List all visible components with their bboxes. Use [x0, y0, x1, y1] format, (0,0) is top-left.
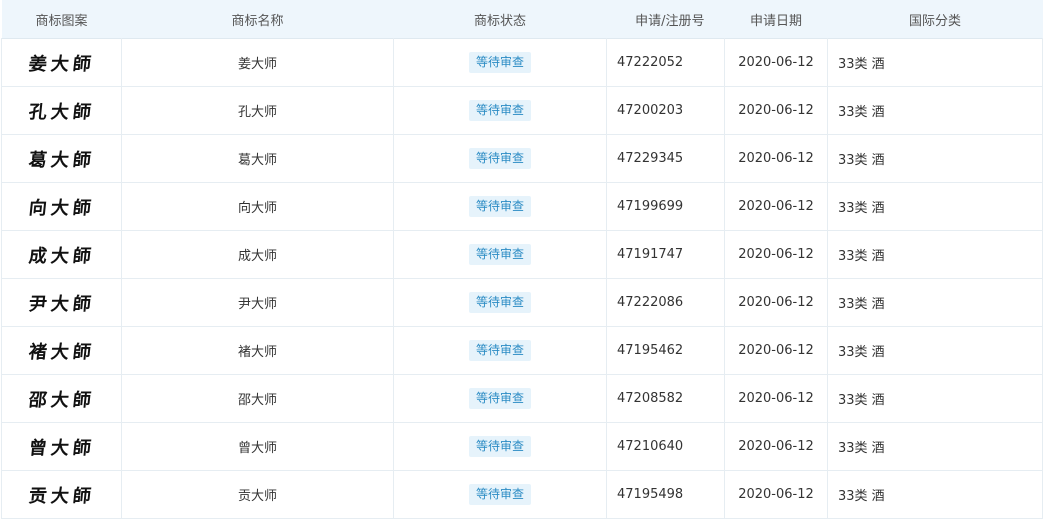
trademark-status-cell: 等待审查: [393, 278, 607, 327]
international-class: 33类 酒: [827, 470, 1043, 519]
application-date: 2020-06-12: [724, 278, 828, 327]
trademark-status-cell: 等待审查: [393, 86, 607, 135]
application-date: 2020-06-12: [724, 134, 828, 183]
trademark-name[interactable]: 褚大师: [121, 326, 394, 375]
international-class: 33类 酒: [827, 182, 1043, 231]
registration-number[interactable]: 47200203: [606, 86, 725, 135]
registration-number[interactable]: 47191747: [606, 230, 725, 279]
trademark-status-cell: 等待审查: [393, 470, 607, 519]
trademark-mark-text: 成大師: [27, 245, 96, 267]
trademark-name[interactable]: 成大师: [121, 230, 394, 279]
table-row[interactable]: 姜大師 姜大师 等待审查 47222052 2020-06-12 33类 酒: [1, 38, 1043, 87]
table-row[interactable]: 向大師 向大师 等待审查 47199699 2020-06-12 33类 酒: [1, 182, 1043, 231]
status-badge: 等待审查: [468, 436, 531, 457]
trademark-status-cell: 等待审查: [393, 38, 607, 87]
application-date: 2020-06-12: [724, 470, 828, 519]
application-date: 2020-06-12: [724, 326, 828, 375]
trademark-status-cell: 等待审查: [393, 422, 607, 471]
trademark-status-cell: 等待审查: [393, 374, 607, 423]
trademark-status-cell: 等待审查: [393, 326, 607, 375]
application-date: 2020-06-12: [724, 230, 828, 279]
trademark-image[interactable]: 褚大師: [1, 326, 122, 375]
international-class: 33类 酒: [827, 326, 1043, 375]
trademark-image[interactable]: 贡大師: [1, 470, 122, 519]
trademark-image[interactable]: 姜大師: [1, 38, 122, 87]
status-badge: 等待审查: [468, 196, 531, 217]
trademark-name[interactable]: 曾大师: [121, 422, 394, 471]
table-row[interactable]: 尹大師 尹大师 等待审查 47222086 2020-06-12 33类 酒: [1, 278, 1043, 327]
table-header-row: 商标图案 商标名称 商标状态 申请/注册号 申请日期 国际分类: [1, 0, 1043, 39]
trademark-mark-text: 邵大師: [27, 389, 96, 411]
header-reg-no: 申请/注册号: [606, 0, 725, 39]
application-date: 2020-06-12: [724, 422, 828, 471]
registration-number[interactable]: 47195498: [606, 470, 725, 519]
trademark-image[interactable]: 尹大師: [1, 278, 122, 327]
trademark-mark-text: 孔大師: [27, 101, 96, 123]
international-class: 33类 酒: [827, 134, 1043, 183]
trademark-name[interactable]: 姜大师: [121, 38, 394, 87]
trademark-mark-text: 尹大師: [27, 293, 96, 315]
trademark-name[interactable]: 向大师: [121, 182, 394, 231]
trademark-name[interactable]: 贡大师: [121, 470, 394, 519]
trademark-name[interactable]: 尹大师: [121, 278, 394, 327]
trademark-mark-text: 葛大師: [27, 149, 96, 171]
status-badge: 等待审查: [468, 292, 531, 313]
trademark-status-cell: 等待审查: [393, 134, 607, 183]
trademark-image[interactable]: 葛大師: [1, 134, 122, 183]
status-badge: 等待审查: [468, 388, 531, 409]
status-badge: 等待审查: [468, 100, 531, 121]
registration-number[interactable]: 47199699: [606, 182, 725, 231]
table-row[interactable]: 孔大師 孔大师 等待审查 47200203 2020-06-12 33类 酒: [1, 86, 1043, 135]
international-class: 33类 酒: [827, 422, 1043, 471]
trademark-image[interactable]: 成大師: [1, 230, 122, 279]
trademark-status-cell: 等待审查: [393, 182, 607, 231]
registration-number[interactable]: 47222086: [606, 278, 725, 327]
trademark-mark-text: 曾大師: [27, 437, 96, 459]
international-class: 33类 酒: [827, 86, 1043, 135]
status-badge: 等待审查: [468, 52, 531, 73]
table-row[interactable]: 邵大師 邵大师 等待审查 47208582 2020-06-12 33类 酒: [1, 374, 1043, 423]
application-date: 2020-06-12: [724, 374, 828, 423]
trademark-image[interactable]: 曾大師: [1, 422, 122, 471]
trademark-mark-text: 贡大師: [27, 485, 96, 507]
trademark-table: 商标图案 商标名称 商标状态 申请/注册号 申请日期 国际分类 姜大師 姜大师 等待…: [1, 0, 1043, 519]
trademark-image[interactable]: 孔大師: [1, 86, 122, 135]
international-class: 33类 酒: [827, 38, 1043, 87]
registration-number[interactable]: 47222052: [606, 38, 725, 87]
header-name: 商标名称: [121, 0, 394, 39]
application-date: 2020-06-12: [724, 86, 828, 135]
registration-number[interactable]: 47195462: [606, 326, 725, 375]
header-status: 商标状态: [393, 0, 607, 39]
application-date: 2020-06-12: [724, 38, 828, 87]
table-row[interactable]: 褚大師 褚大师 等待审查 47195462 2020-06-12 33类 酒: [1, 326, 1043, 375]
trademark-image[interactable]: 向大師: [1, 182, 122, 231]
table-row[interactable]: 成大師 成大师 等待审查 47191747 2020-06-12 33类 酒: [1, 230, 1043, 279]
table-row[interactable]: 曾大師 曾大师 等待审查 47210640 2020-06-12 33类 酒: [1, 422, 1043, 471]
table-row[interactable]: 贡大師 贡大师 等待审查 47195498 2020-06-12 33类 酒: [1, 470, 1043, 519]
status-badge: 等待审查: [468, 244, 531, 265]
application-date: 2020-06-12: [724, 182, 828, 231]
status-badge: 等待审查: [468, 340, 531, 361]
trademark-name[interactable]: 葛大师: [121, 134, 394, 183]
international-class: 33类 酒: [827, 374, 1043, 423]
international-class: 33类 酒: [827, 278, 1043, 327]
header-date: 申请日期: [724, 0, 828, 39]
table-row[interactable]: 葛大師 葛大师 等待审查 47229345 2020-06-12 33类 酒: [1, 134, 1043, 183]
trademark-mark-text: 姜大師: [27, 53, 96, 75]
registration-number[interactable]: 47210640: [606, 422, 725, 471]
status-badge: 等待审查: [468, 484, 531, 505]
registration-number[interactable]: 47229345: [606, 134, 725, 183]
header-image: 商标图案: [1, 0, 122, 39]
header-class: 国际分类: [827, 0, 1043, 39]
trademark-mark-text: 褚大師: [27, 341, 96, 363]
registration-number[interactable]: 47208582: [606, 374, 725, 423]
trademark-image[interactable]: 邵大師: [1, 374, 122, 423]
trademark-mark-text: 向大師: [27, 197, 96, 219]
international-class: 33类 酒: [827, 230, 1043, 279]
trademark-name[interactable]: 邵大师: [121, 374, 394, 423]
trademark-name[interactable]: 孔大师: [121, 86, 394, 135]
status-badge: 等待审查: [468, 148, 531, 169]
trademark-status-cell: 等待审查: [393, 230, 607, 279]
